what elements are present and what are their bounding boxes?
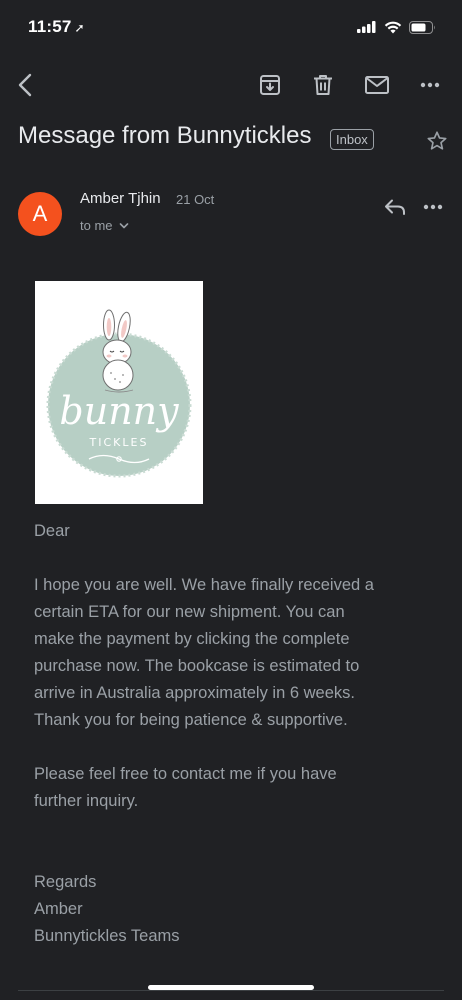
- greeting: Dear: [34, 522, 70, 540]
- cellular-signal-icon: [357, 21, 376, 33]
- logo-subtitle: TICKLES: [89, 436, 149, 449]
- recipient-label: to me: [80, 218, 113, 233]
- trash-icon: [314, 75, 332, 95]
- mail-icon: [365, 76, 389, 94]
- logo-wordmark: bunny: [59, 389, 179, 433]
- inbox-label-chip[interactable]: Inbox: [330, 129, 374, 150]
- back-button[interactable]: [4, 62, 48, 108]
- email-body: Dear I hope you are well. We have finall…: [34, 518, 434, 977]
- more-icon: [423, 204, 443, 210]
- paragraph-eta: I hope you are well. We have finally rec…: [34, 576, 374, 729]
- subject-row: Message from Bunnytickles Inbox: [18, 118, 448, 166]
- recipient-toggle[interactable]: to me: [80, 218, 129, 233]
- battery-icon: [409, 20, 435, 34]
- sender-header: A Amber Tjhin 21 Oct to me: [18, 188, 448, 244]
- archive-button[interactable]: [248, 62, 292, 108]
- divider: [18, 990, 444, 991]
- star-button[interactable]: [426, 130, 448, 157]
- reply-button[interactable]: [380, 192, 410, 222]
- home-indicator[interactable]: [148, 985, 314, 990]
- star-icon: [427, 131, 447, 150]
- back-arrow-icon: [18, 73, 32, 97]
- email-subject: Message from Bunnytickles: [18, 122, 312, 149]
- reply-icon: [385, 199, 405, 215]
- chevron-down-icon: [119, 223, 129, 229]
- status-bar: 11:57 ➚: [0, 0, 462, 54]
- message-date: 21 Oct: [176, 192, 215, 207]
- signature: Regards Amber Bunnytickles Teams: [34, 873, 180, 945]
- paragraph-contact: Please feel free to contact me if you ha…: [34, 765, 337, 810]
- archive-icon: [260, 75, 280, 95]
- clock-time: 11:57: [28, 17, 72, 36]
- clock: 11:57 ➚: [28, 17, 85, 37]
- mark-unread-button[interactable]: [355, 62, 399, 108]
- delete-button[interactable]: [301, 62, 345, 108]
- sender-avatar[interactable]: A: [18, 192, 62, 236]
- email-toolbar: [0, 62, 462, 108]
- more-options-button[interactable]: [408, 62, 452, 108]
- bunnytickles-logo: bunny TICKLES: [46, 309, 192, 478]
- sender-name: Amber Tjhin: [80, 190, 161, 207]
- location-icon: ➚: [74, 21, 85, 35]
- wifi-icon: [384, 21, 402, 33]
- status-icons: [357, 20, 436, 34]
- message-more-button[interactable]: [418, 192, 448, 222]
- more-icon: [420, 82, 440, 88]
- bunnytickles-logo-image: bunny TICKLES: [35, 281, 203, 504]
